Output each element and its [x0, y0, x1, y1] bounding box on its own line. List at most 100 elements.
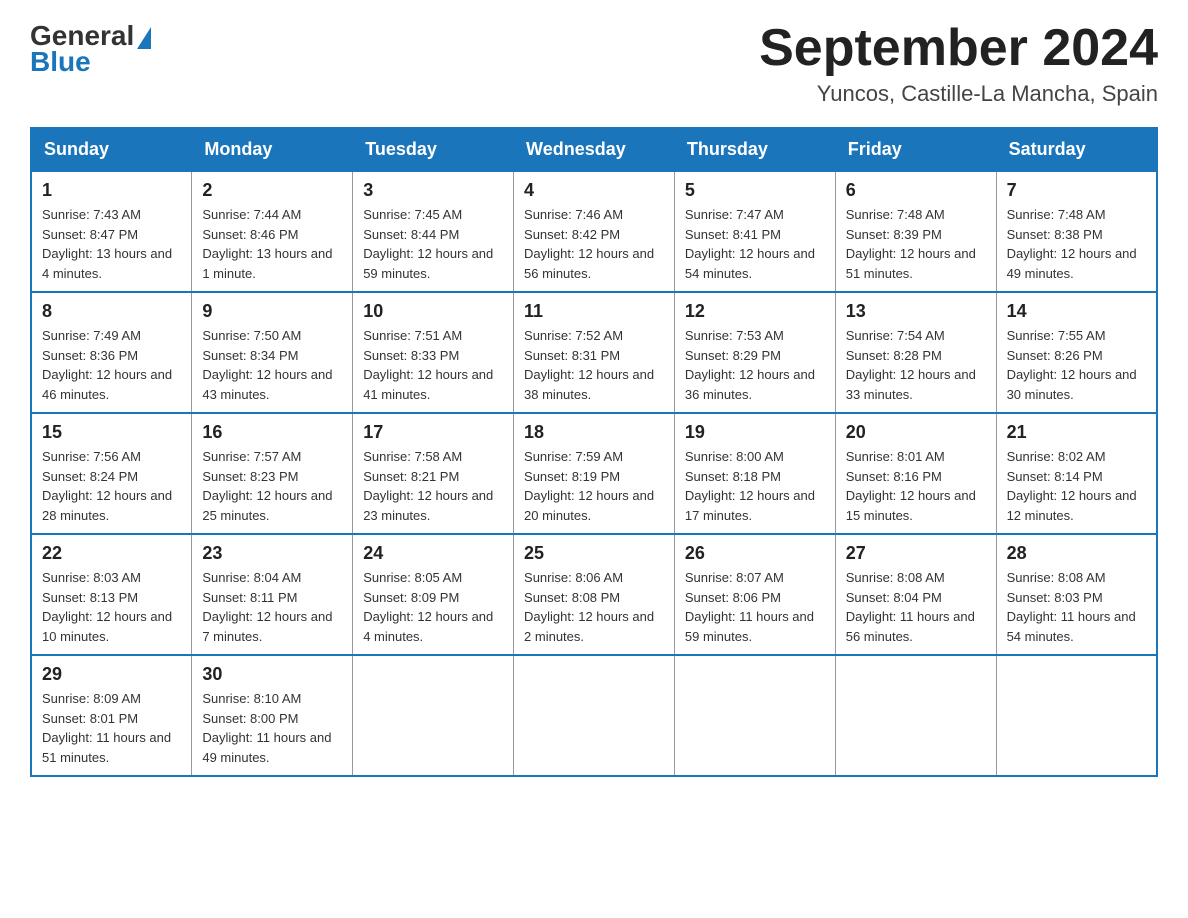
calendar-cell: 20 Sunrise: 8:01 AM Sunset: 8:16 PM Dayl…	[835, 413, 996, 534]
calendar-cell: 11 Sunrise: 7:52 AM Sunset: 8:31 PM Dayl…	[514, 292, 675, 413]
sunrise-text: Sunrise: 8:09 AM	[42, 691, 141, 706]
logo-blue-text: Blue	[30, 46, 91, 78]
sunset-text: Sunset: 8:06 PM	[685, 590, 781, 605]
daylight-text: Daylight: 12 hours and 38 minutes.	[524, 367, 654, 402]
calendar-cell	[353, 655, 514, 776]
daylight-text: Daylight: 11 hours and 59 minutes.	[685, 609, 814, 644]
day-info: Sunrise: 7:46 AM Sunset: 8:42 PM Dayligh…	[524, 205, 664, 283]
sunrise-text: Sunrise: 7:48 AM	[1007, 207, 1106, 222]
day-info: Sunrise: 8:02 AM Sunset: 8:14 PM Dayligh…	[1007, 447, 1146, 525]
daylight-text: Daylight: 11 hours and 56 minutes.	[846, 609, 975, 644]
day-info: Sunrise: 8:06 AM Sunset: 8:08 PM Dayligh…	[524, 568, 664, 646]
day-number: 3	[363, 180, 503, 201]
day-number: 16	[202, 422, 342, 443]
daylight-text: Daylight: 12 hours and 2 minutes.	[524, 609, 654, 644]
calendar-cell: 17 Sunrise: 7:58 AM Sunset: 8:21 PM Dayl…	[353, 413, 514, 534]
day-number: 25	[524, 543, 664, 564]
daylight-text: Daylight: 12 hours and 33 minutes.	[846, 367, 976, 402]
calendar-cell: 23 Sunrise: 8:04 AM Sunset: 8:11 PM Dayl…	[192, 534, 353, 655]
sunset-text: Sunset: 8:34 PM	[202, 348, 298, 363]
day-number: 17	[363, 422, 503, 443]
day-info: Sunrise: 8:04 AM Sunset: 8:11 PM Dayligh…	[202, 568, 342, 646]
daylight-text: Daylight: 12 hours and 20 minutes.	[524, 488, 654, 523]
day-info: Sunrise: 7:59 AM Sunset: 8:19 PM Dayligh…	[524, 447, 664, 525]
daylight-text: Daylight: 12 hours and 54 minutes.	[685, 246, 815, 281]
page-header: General Blue September 2024 Yuncos, Cast…	[30, 20, 1158, 107]
day-info: Sunrise: 8:01 AM Sunset: 8:16 PM Dayligh…	[846, 447, 986, 525]
day-info: Sunrise: 7:56 AM Sunset: 8:24 PM Dayligh…	[42, 447, 181, 525]
day-number: 19	[685, 422, 825, 443]
day-number: 24	[363, 543, 503, 564]
calendar-cell: 16 Sunrise: 7:57 AM Sunset: 8:23 PM Dayl…	[192, 413, 353, 534]
day-number: 9	[202, 301, 342, 322]
sunset-text: Sunset: 8:23 PM	[202, 469, 298, 484]
day-number: 27	[846, 543, 986, 564]
sunrise-text: Sunrise: 8:01 AM	[846, 449, 945, 464]
daylight-text: Daylight: 12 hours and 4 minutes.	[363, 609, 493, 644]
day-number: 7	[1007, 180, 1146, 201]
header-saturday: Saturday	[996, 128, 1157, 171]
sunset-text: Sunset: 8:03 PM	[1007, 590, 1103, 605]
calendar-cell: 8 Sunrise: 7:49 AM Sunset: 8:36 PM Dayli…	[31, 292, 192, 413]
day-number: 20	[846, 422, 986, 443]
daylight-text: Daylight: 12 hours and 30 minutes.	[1007, 367, 1137, 402]
day-number: 15	[42, 422, 181, 443]
calendar-header-row: Sunday Monday Tuesday Wednesday Thursday…	[31, 128, 1157, 171]
day-info: Sunrise: 7:49 AM Sunset: 8:36 PM Dayligh…	[42, 326, 181, 404]
calendar-cell: 7 Sunrise: 7:48 AM Sunset: 8:38 PM Dayli…	[996, 171, 1157, 292]
calendar-cell	[514, 655, 675, 776]
sunrise-text: Sunrise: 8:08 AM	[846, 570, 945, 585]
daylight-text: Daylight: 11 hours and 49 minutes.	[202, 730, 331, 765]
location-subtitle: Yuncos, Castille-La Mancha, Spain	[759, 81, 1158, 107]
day-info: Sunrise: 7:45 AM Sunset: 8:44 PM Dayligh…	[363, 205, 503, 283]
sunset-text: Sunset: 8:33 PM	[363, 348, 459, 363]
calendar-week-row: 15 Sunrise: 7:56 AM Sunset: 8:24 PM Dayl…	[31, 413, 1157, 534]
sunrise-text: Sunrise: 7:57 AM	[202, 449, 301, 464]
calendar-cell: 6 Sunrise: 7:48 AM Sunset: 8:39 PM Dayli…	[835, 171, 996, 292]
sunset-text: Sunset: 8:29 PM	[685, 348, 781, 363]
day-number: 18	[524, 422, 664, 443]
day-number: 6	[846, 180, 986, 201]
calendar-cell: 14 Sunrise: 7:55 AM Sunset: 8:26 PM Dayl…	[996, 292, 1157, 413]
calendar-cell: 25 Sunrise: 8:06 AM Sunset: 8:08 PM Dayl…	[514, 534, 675, 655]
calendar-cell: 2 Sunrise: 7:44 AM Sunset: 8:46 PM Dayli…	[192, 171, 353, 292]
daylight-text: Daylight: 12 hours and 17 minutes.	[685, 488, 815, 523]
daylight-text: Daylight: 12 hours and 46 minutes.	[42, 367, 172, 402]
day-number: 29	[42, 664, 181, 685]
calendar-week-row: 29 Sunrise: 8:09 AM Sunset: 8:01 PM Dayl…	[31, 655, 1157, 776]
sunset-text: Sunset: 8:16 PM	[846, 469, 942, 484]
sunrise-text: Sunrise: 7:43 AM	[42, 207, 141, 222]
day-number: 2	[202, 180, 342, 201]
daylight-text: Daylight: 12 hours and 56 minutes.	[524, 246, 654, 281]
daylight-text: Daylight: 12 hours and 12 minutes.	[1007, 488, 1137, 523]
sunrise-text: Sunrise: 7:53 AM	[685, 328, 784, 343]
header-monday: Monday	[192, 128, 353, 171]
daylight-text: Daylight: 12 hours and 49 minutes.	[1007, 246, 1137, 281]
sunrise-text: Sunrise: 7:52 AM	[524, 328, 623, 343]
sunset-text: Sunset: 8:44 PM	[363, 227, 459, 242]
day-number: 23	[202, 543, 342, 564]
daylight-text: Daylight: 12 hours and 23 minutes.	[363, 488, 493, 523]
sunset-text: Sunset: 8:04 PM	[846, 590, 942, 605]
daylight-text: Daylight: 12 hours and 25 minutes.	[202, 488, 332, 523]
day-info: Sunrise: 8:09 AM Sunset: 8:01 PM Dayligh…	[42, 689, 181, 767]
sunset-text: Sunset: 8:42 PM	[524, 227, 620, 242]
day-info: Sunrise: 7:50 AM Sunset: 8:34 PM Dayligh…	[202, 326, 342, 404]
sunset-text: Sunset: 8:00 PM	[202, 711, 298, 726]
sunset-text: Sunset: 8:08 PM	[524, 590, 620, 605]
calendar-cell: 5 Sunrise: 7:47 AM Sunset: 8:41 PM Dayli…	[674, 171, 835, 292]
header-friday: Friday	[835, 128, 996, 171]
daylight-text: Daylight: 12 hours and 43 minutes.	[202, 367, 332, 402]
header-thursday: Thursday	[674, 128, 835, 171]
day-info: Sunrise: 8:08 AM Sunset: 8:04 PM Dayligh…	[846, 568, 986, 646]
daylight-text: Daylight: 12 hours and 41 minutes.	[363, 367, 493, 402]
header-wednesday: Wednesday	[514, 128, 675, 171]
logo: General Blue	[30, 20, 151, 78]
calendar-week-row: 8 Sunrise: 7:49 AM Sunset: 8:36 PM Dayli…	[31, 292, 1157, 413]
calendar-cell: 27 Sunrise: 8:08 AM Sunset: 8:04 PM Dayl…	[835, 534, 996, 655]
calendar-cell: 12 Sunrise: 7:53 AM Sunset: 8:29 PM Dayl…	[674, 292, 835, 413]
sunrise-text: Sunrise: 7:58 AM	[363, 449, 462, 464]
day-number: 21	[1007, 422, 1146, 443]
calendar-cell	[835, 655, 996, 776]
sunrise-text: Sunrise: 8:05 AM	[363, 570, 462, 585]
